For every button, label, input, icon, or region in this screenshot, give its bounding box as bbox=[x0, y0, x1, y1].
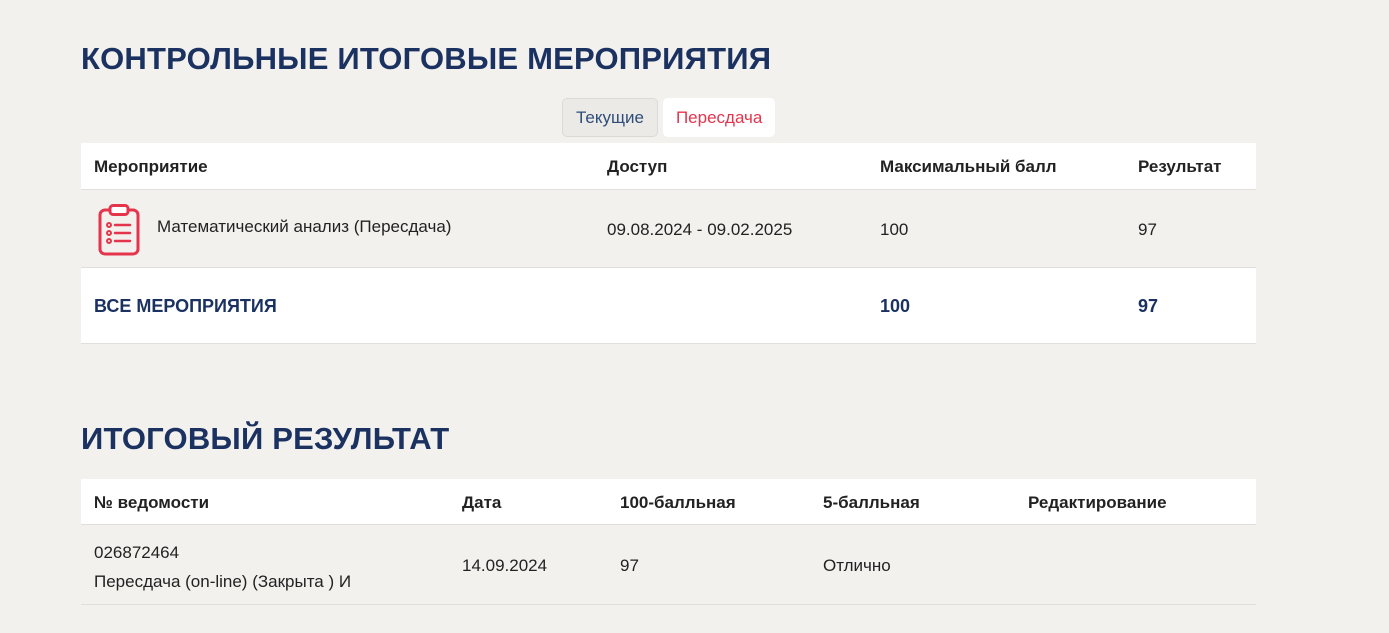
event-result: 97 bbox=[1138, 220, 1157, 239]
event-max-score: 100 bbox=[880, 220, 909, 239]
tab-current[interactable]: Текущие bbox=[562, 98, 658, 137]
table-row[interactable]: Математический анализ (Пересдача) 09.08.… bbox=[81, 190, 1256, 268]
tab-retake[interactable]: Пересдача bbox=[662, 98, 776, 137]
header-date: Дата bbox=[462, 493, 502, 512]
total-row: ВСЕ МЕРОПРИЯТИЯ 100 97 bbox=[81, 268, 1256, 344]
record-date: 14.09.2024 bbox=[462, 556, 548, 575]
event-access: 09.08.2024 - 09.02.2025 bbox=[607, 220, 793, 239]
record-number: 026872464 bbox=[94, 543, 180, 562]
header-event: Мероприятие bbox=[94, 157, 208, 176]
table-row: 026872464 Пересдача (on-line) (Закрыта )… bbox=[81, 525, 1256, 605]
record-score-100: 97 bbox=[620, 556, 639, 575]
header-result: Результат bbox=[1138, 157, 1222, 176]
header-access: Доступ bbox=[607, 157, 668, 176]
total-result: 97 bbox=[1138, 296, 1159, 316]
header-edit: Редактирование bbox=[1028, 493, 1167, 512]
result-table: № ведомости Дата 100-балльная 5-балльная… bbox=[81, 479, 1256, 605]
events-table-header: Мероприятие Доступ Максимальный балл Рез… bbox=[81, 143, 1256, 190]
clipboard-list-icon bbox=[97, 204, 141, 256]
header-score-100: 100-балльная bbox=[620, 493, 736, 512]
event-name[interactable]: Математический анализ (Пересдача) bbox=[157, 217, 451, 237]
tabs: Текущие Пересдача bbox=[562, 98, 776, 137]
events-section-title: КОНТРОЛЬНЫЕ ИТОГОВЫЕ МЕРОПРИЯТИЯ bbox=[81, 41, 772, 76]
header-record-number: № ведомости bbox=[94, 493, 210, 512]
result-section-title: ИТОГОВЫЙ РЕЗУЛЬТАТ bbox=[81, 421, 450, 456]
total-max-score: 100 bbox=[880, 296, 911, 316]
header-score-5: 5-балльная bbox=[823, 493, 920, 512]
header-max-score: Максимальный балл bbox=[880, 157, 1057, 176]
events-table: Мероприятие Доступ Максимальный балл Рез… bbox=[81, 143, 1256, 344]
result-table-header: № ведомости Дата 100-балльная 5-балльная… bbox=[81, 479, 1256, 525]
total-label: ВСЕ МЕРОПРИЯТИЯ bbox=[94, 296, 277, 316]
record-note: Пересдача (on-line) (Закрыта ) И bbox=[94, 572, 352, 591]
record-score-5: Отлично bbox=[823, 556, 891, 575]
